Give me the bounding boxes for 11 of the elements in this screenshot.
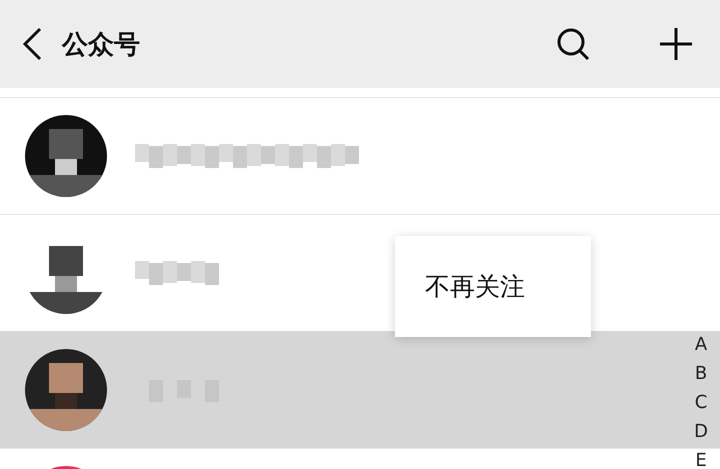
index-letter[interactable]: C [694, 388, 708, 417]
page-title: 公众号 [62, 28, 141, 62]
index-letter[interactable]: A [694, 330, 708, 359]
back-icon[interactable] [22, 27, 42, 61]
index-letter[interactable]: E [695, 446, 707, 469]
search-icon[interactable] [556, 27, 590, 61]
index-letter[interactable]: B [694, 359, 708, 388]
account-row[interactable] [0, 331, 720, 448]
add-icon[interactable] [660, 28, 692, 60]
index-letter[interactable]: D [694, 417, 708, 446]
menu-item[interactable]: 不再关注 [395, 244, 591, 329]
